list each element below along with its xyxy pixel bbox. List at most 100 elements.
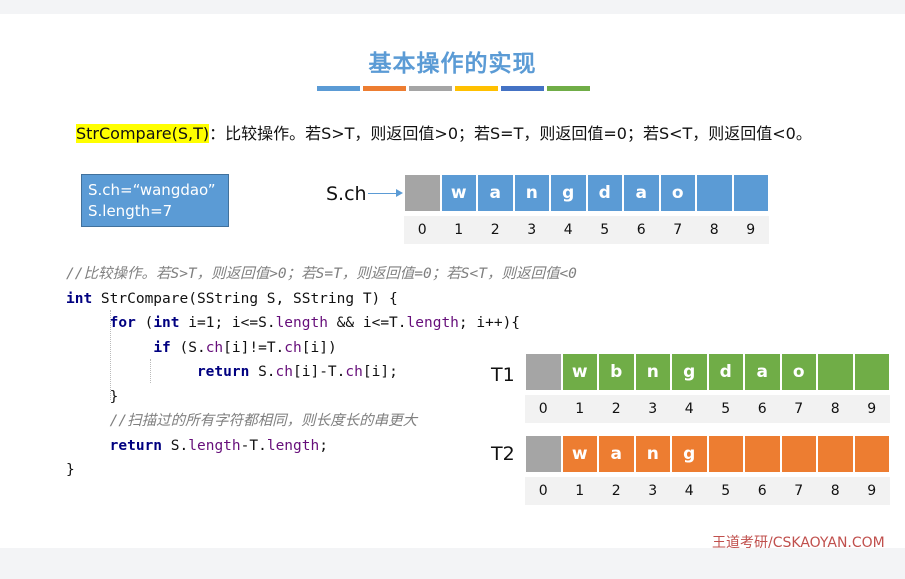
code-line-return-2: return S.length-T.length; xyxy=(66,434,577,459)
kw-if: if xyxy=(153,339,171,356)
t2-index-4: 4 xyxy=(684,483,694,499)
info-line-length: S.length=7 xyxy=(88,202,173,220)
s-cell-8 xyxy=(696,174,733,212)
stripe-4 xyxy=(455,86,498,91)
t2-array: wang xyxy=(525,435,890,473)
s-array-label: S.ch xyxy=(326,183,367,205)
s-cell-4: g xyxy=(550,174,587,212)
t2-cell-7 xyxy=(780,435,817,473)
s-cell-7: o xyxy=(659,174,696,212)
code-line-signature: int StrCompare(SString S, SString T) { xyxy=(66,287,577,312)
t1-index-2: 2 xyxy=(611,401,621,417)
kw-for: for xyxy=(109,315,136,331)
t1-cell-6: a xyxy=(744,353,781,391)
t1-index-7: 7 xyxy=(794,401,804,417)
s-index-row: 0 1 2 3 4 5 6 7 8 9 xyxy=(404,216,769,244)
for-part-4: ; i++){ xyxy=(458,315,521,331)
t2-cell-9 xyxy=(853,435,890,473)
ret2-part-3: ; xyxy=(319,437,328,454)
ret2-part-1: S. xyxy=(162,437,189,454)
s-array: wangdao xyxy=(404,174,769,212)
t2-index-2: 2 xyxy=(611,483,621,499)
t1-cell-4: g xyxy=(671,353,708,391)
s-index-8: 8 xyxy=(709,222,719,238)
code-line-return-1: return S.ch[i]-T.ch[i]; xyxy=(66,360,577,385)
code-line-if: if (S.ch[i]!=T.ch[i]) xyxy=(66,336,577,361)
stripe-3 xyxy=(409,86,452,91)
if-part-3: [i]) xyxy=(301,339,337,356)
t1-cell-2: b xyxy=(598,353,635,391)
t2-cell-5 xyxy=(707,435,744,473)
t2-cell-6 xyxy=(744,435,781,473)
kw-int-for: int xyxy=(153,315,180,331)
t1-index-5: 5 xyxy=(721,401,731,417)
field-ch-3: ch xyxy=(275,364,294,380)
field-ch-4: ch xyxy=(345,364,363,380)
t1-cell-9 xyxy=(853,353,890,391)
code-line-comment-2: //扫描过的所有字符都相同，则长度长的串更大 xyxy=(66,409,577,434)
function-description: StrCompare(S,T)：比较操作。若S>T，则返回值>0；若S=T，则返… xyxy=(76,120,812,144)
s-index-0: 0 xyxy=(417,222,427,238)
if-part-1: (S. xyxy=(170,339,206,356)
s-cell-9 xyxy=(732,174,769,212)
t2-index-8: 8 xyxy=(830,483,840,499)
t2-cell-3: n xyxy=(634,435,671,473)
function-name-highlight: StrCompare(S,T) xyxy=(76,124,210,143)
field-ch-1: ch xyxy=(205,339,224,356)
s-cell-5: d xyxy=(586,174,623,212)
title-decoration xyxy=(317,86,590,91)
t2-index-7: 7 xyxy=(794,483,804,499)
field-ch-2: ch xyxy=(284,339,302,356)
t1-array: wbngdao xyxy=(525,353,890,391)
t1-index-9: 9 xyxy=(867,401,877,417)
code-line-for: for (int i=1; i<=S.length && i<=T.length… xyxy=(66,311,577,336)
t1-index-3: 3 xyxy=(648,401,658,417)
ret1-part-1: S. xyxy=(249,364,276,380)
t2-index-9: 9 xyxy=(867,483,877,499)
ret2-part-2: -T. xyxy=(240,437,267,454)
if-part-2: [i]!=T. xyxy=(223,339,285,356)
t1-cell-3: n xyxy=(634,353,671,391)
code-line-close-inner: } xyxy=(66,385,577,410)
field-length-4: length xyxy=(266,437,320,454)
t2-cell-8 xyxy=(817,435,854,473)
s-index-9: 9 xyxy=(746,222,756,238)
t1-cell-5: d xyxy=(707,353,744,391)
stripe-5 xyxy=(501,86,544,91)
kw-return-1: return xyxy=(196,364,250,380)
t1-index-4: 4 xyxy=(684,401,694,417)
s-index-1: 1 xyxy=(454,222,464,238)
s-cell-1: w xyxy=(440,174,477,212)
t1-cell-7: o xyxy=(780,353,817,391)
code-comment-2: //扫描过的所有字符都相同，则长度长的串更大 xyxy=(109,413,418,429)
t1-cell-8 xyxy=(817,353,854,391)
t2-index-3: 3 xyxy=(648,483,658,499)
code-block: //比较操作。若S>T，则返回值>0；若S=T，则返回值=0；若S<T，则返回值… xyxy=(66,262,577,483)
t2-cell-2: a xyxy=(598,435,635,473)
slide-title: 基本操作的实现 xyxy=(368,51,537,77)
s-cell-2: a xyxy=(477,174,514,212)
signature-text: StrCompare(SString S, SString T) { xyxy=(92,290,398,307)
string-info-box: S.ch=“wangdao” S.length=7 xyxy=(81,174,229,227)
s-index-3: 3 xyxy=(527,222,537,238)
s-index-4: 4 xyxy=(563,222,573,238)
bottom-bar xyxy=(0,548,905,579)
ret1-part-2: [i]-T. xyxy=(293,364,346,380)
field-length-3: length xyxy=(188,437,241,454)
s-cell-6: a xyxy=(623,174,660,212)
s-arrow-line xyxy=(368,193,396,194)
s-index-6: 6 xyxy=(636,222,646,238)
stripe-2 xyxy=(363,86,406,91)
code-line-close-outer: } xyxy=(66,458,577,483)
field-length-2: length xyxy=(406,315,459,331)
t1-index-row: 0123456789 xyxy=(525,395,890,423)
s-index-7: 7 xyxy=(673,222,683,238)
stripe-1 xyxy=(317,86,360,91)
info-line-ch: S.ch=“wangdao” xyxy=(88,181,216,199)
close-brace-outer: } xyxy=(66,462,75,478)
stripe-6 xyxy=(547,86,590,91)
top-bar xyxy=(0,0,905,14)
function-description-text: ：比较操作。若S>T，则返回值>0；若S=T，则返回值=0；若S<T，则返回值<… xyxy=(209,124,812,143)
t1-index-8: 8 xyxy=(830,401,840,417)
code-comment-1: //比较操作。若S>T，则返回值>0；若S=T，则返回值=0；若S<T，则返回值… xyxy=(66,266,577,282)
